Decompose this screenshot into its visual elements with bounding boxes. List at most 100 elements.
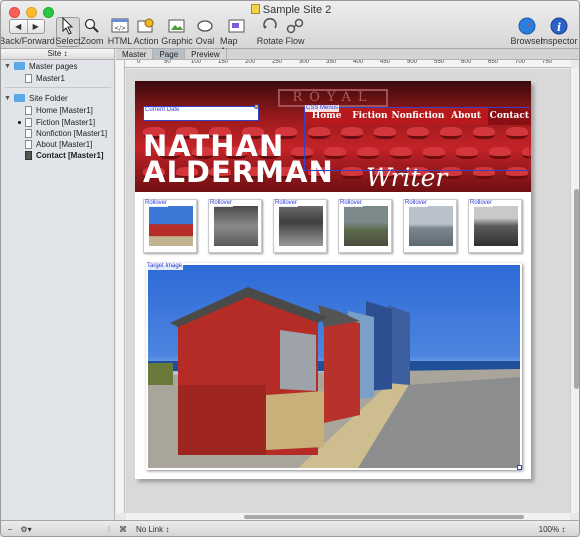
thumbnail-photo: [474, 206, 518, 246]
rollover-label: Rollover: [469, 200, 494, 207]
ruler-label: 150: [218, 60, 229, 65]
app-window: Sample Site 2 ◀ ▶ Back/Forward Select Zoo…: [0, 0, 580, 537]
rollover-thumbnail[interactable]: Rollover: [273, 199, 327, 253]
rotate-tool-button[interactable]: Rotate: [257, 16, 283, 46]
graphic-tool-button[interactable]: Graphic: [161, 16, 193, 46]
current-date-label: Current Date: [144, 107, 181, 114]
rollover-label: Rollover: [404, 200, 429, 207]
back-forward-button[interactable]: ◀ ▶ Back/Forward: [1, 16, 55, 46]
flow-icon: [282, 16, 308, 36]
sidebar-item-contact[interactable]: Contact [Master1]: [25, 149, 104, 161]
select-tool-button[interactable]: Select: [55, 16, 81, 46]
thumbnail-photo: [344, 206, 388, 246]
action-tool-button[interactable]: Action: [133, 16, 159, 46]
link-icon[interactable]: ⌘: [118, 524, 128, 535]
beach-huts-photo: [148, 265, 520, 468]
master-pages-group[interactable]: ▼ Master pages: [4, 60, 77, 72]
map-area-icon: [224, 16, 250, 36]
rollover-label: Rollover: [209, 200, 234, 207]
ruler-label: 650: [488, 60, 499, 65]
thumbnail-photo: [409, 206, 453, 246]
forward-icon[interactable]: ▶: [26, 20, 45, 33]
ruler-label: 450: [380, 60, 391, 65]
rollover-label: Rollover: [144, 200, 169, 207]
svg-text:i: i: [557, 21, 561, 34]
folder-icon: [14, 62, 25, 70]
rollover-label: Rollover: [339, 200, 364, 207]
horizontal-ruler: 0 50 100 150 200 250 300 350 400 450 500 550 600 650 7…: [125, 60, 571, 68]
sidebar-item-home[interactable]: Home [Master1]: [25, 104, 93, 116]
zoom-icon: [79, 16, 105, 36]
nav-about[interactable]: About: [444, 108, 487, 125]
css-menus-label: CSS Menus: [305, 105, 340, 112]
inspector-button[interactable]: i Inspector: [540, 16, 578, 46]
rotate-icon: [257, 16, 283, 36]
oval-tool-button[interactable]: Oval: [192, 16, 218, 46]
select-arrow-icon: [55, 16, 81, 36]
page-canvas[interactable]: ROYAL NATHAN ALDERMAN Writer Home Fiction…: [126, 69, 570, 513]
rollover-thumbnail[interactable]: Rollover: [468, 199, 522, 253]
page-icon: [25, 128, 32, 138]
link-selector[interactable]: No Link ↕: [136, 524, 186, 535]
ruler-label: 200: [245, 60, 256, 65]
document-icon: [250, 4, 260, 14]
back-icon[interactable]: ◀: [10, 20, 27, 33]
remove-page-button[interactable]: −: [4, 524, 16, 535]
horizontal-scroll-thumb[interactable]: [244, 515, 524, 519]
action-badge-icon[interactable]: [254, 104, 259, 109]
rollover-thumbnail[interactable]: Rollover: [208, 199, 262, 253]
flow-tool-button[interactable]: Flow: [282, 16, 308, 46]
site-folder-group[interactable]: ▼ Site Folder: [4, 92, 68, 104]
header-banner: ROYAL NATHAN ALDERMAN Writer Home Fiction…: [135, 81, 531, 192]
inspector-icon: i: [546, 16, 572, 36]
thumbnail-photo: [214, 206, 258, 246]
vertical-scrollbar[interactable]: [570, 69, 579, 513]
zoom-tool-button[interactable]: Zoom: [79, 16, 105, 46]
tab-page[interactable]: Page: [153, 49, 186, 59]
ruler-label: 600: [461, 60, 472, 65]
rollover-thumbnail[interactable]: Rollover: [143, 199, 197, 253]
split-handle-icon[interactable]: ⁞: [104, 524, 114, 535]
tab-master[interactable]: Master: [116, 49, 154, 59]
site-sidebar: Site ↕ ▼ Master pages Master1 ▼ Site Folde…: [1, 49, 115, 520]
resize-handle[interactable]: [517, 465, 522, 470]
status-bar: − ⚙▾ ⁞ ⌘ No Link ↕ 100% ↕: [1, 520, 579, 536]
page-icon: [25, 150, 32, 160]
sidebar-header[interactable]: Site ↕: [1, 49, 114, 60]
graphic-icon: [164, 16, 190, 36]
target-image-label: Target Image: [146, 263, 184, 270]
css-menu[interactable]: Home Fiction Nonfiction About Contact CS…: [304, 105, 531, 171]
ruler-label: 250: [272, 60, 283, 65]
current-date-box[interactable]: Current Date: [143, 104, 259, 121]
horizontal-scrollbar[interactable]: [126, 513, 570, 520]
browser-button[interactable]: Browser: [511, 16, 544, 46]
tab-preview[interactable]: Preview: [185, 49, 227, 59]
ruler-label: 300: [299, 60, 310, 65]
html-icon: </>: [107, 16, 133, 36]
html-tool-button[interactable]: </> HTML: [107, 16, 133, 46]
ruler-label: 100: [191, 60, 202, 65]
sidebar-divider: [5, 87, 111, 88]
target-image[interactable]: Target Image: [146, 263, 522, 470]
sidebar-item-master1[interactable]: Master1: [25, 72, 65, 84]
ruler-label: 550: [434, 60, 445, 65]
rollover-thumbnail[interactable]: Rollover: [338, 199, 392, 253]
nav-nonfiction[interactable]: Nonfiction: [392, 108, 445, 125]
nav-contact[interactable]: Contact: [487, 108, 531, 125]
page-icon: [25, 105, 32, 115]
vertical-scroll-thumb[interactable]: [574, 189, 579, 389]
oval-icon: [192, 16, 218, 36]
rollover-thumbnail[interactable]: Rollover: [403, 199, 457, 253]
ruler-label: 0: [137, 60, 141, 65]
ruler-label: 50: [164, 60, 171, 65]
nav-fiction[interactable]: Fiction: [348, 108, 391, 125]
thumbnail-photo: [149, 206, 193, 246]
page-icon: [25, 117, 32, 127]
disclosure-triangle-icon[interactable]: ▼: [4, 95, 14, 102]
thumbnail-photo: [279, 206, 323, 246]
ruler-label: 400: [353, 60, 364, 65]
gear-icon[interactable]: ⚙▾: [17, 524, 35, 535]
disclosure-triangle-icon[interactable]: ▼: [4, 63, 14, 70]
zoom-selector[interactable]: 100% ↕: [533, 524, 571, 535]
view-tabs: Master Page Preview: [116, 49, 579, 60]
